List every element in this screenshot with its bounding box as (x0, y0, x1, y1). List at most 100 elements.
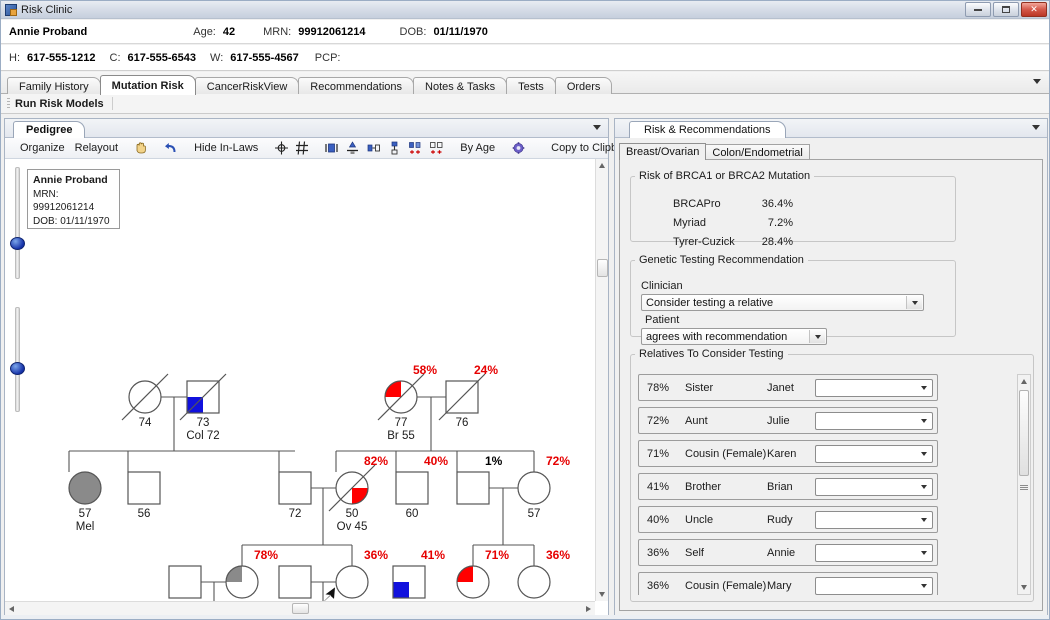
pedigree-node[interactable]: 82% 50Ov 45 (328, 454, 388, 533)
risk-panel-caret-icon[interactable] (1032, 125, 1040, 130)
pedigree-node[interactable]: 72 (278, 471, 312, 520)
relative-action-select[interactable] (815, 412, 933, 430)
space-horizontal-icon[interactable] (365, 140, 382, 156)
expand-horizontal-icon[interactable] (407, 140, 424, 156)
subtab-breast-ovarian[interactable]: Breast/Ovarian (619, 143, 707, 160)
relative-row[interactable]: 41% Brother Brian (638, 473, 938, 500)
maximize-button[interactable] (993, 2, 1019, 17)
align-horizontal-icon[interactable] (323, 140, 340, 156)
relative-row[interactable]: 36% Cousin (Female) Mary (638, 572, 938, 595)
tab-pedigree[interactable]: Pedigree (13, 121, 86, 138)
pedigree-scroll-down-icon[interactable] (599, 592, 605, 597)
relative-action-caret-icon[interactable] (916, 480, 931, 494)
tab-tests[interactable]: Tests (506, 77, 556, 95)
relatives-scroll-thumb[interactable] (1019, 390, 1029, 476)
undo-icon[interactable] (162, 140, 179, 156)
pedigree-node[interactable]: 56 (127, 471, 161, 520)
relayout-button[interactable]: Relayout (70, 142, 123, 154)
relative-percent: 36% (647, 579, 670, 592)
node-age-label: 76 (456, 417, 469, 429)
relative-action-select[interactable] (815, 544, 933, 562)
pedigree-hscroll-thumb[interactable] (292, 603, 309, 614)
organize-button[interactable]: Organize (15, 142, 70, 154)
relative-row[interactable]: 36% Self Annie (638, 539, 938, 566)
settings-gear-icon[interactable] (510, 140, 527, 156)
tab-recommendations[interactable]: Recommendations (298, 77, 415, 95)
relative-action-select[interactable] (815, 511, 933, 529)
relative-action-caret-icon[interactable] (916, 546, 931, 560)
pedigree-node[interactable]: 73Col 72 (179, 373, 227, 442)
relative-row[interactable]: 78% Sister Janet (638, 374, 938, 401)
pedigree-horizontal-scrollbar[interactable] (5, 601, 595, 615)
node-age-label: 57 (528, 508, 541, 520)
pedigree-scroll-left-icon[interactable] (9, 606, 14, 612)
relatives-list[interactable]: 78% Sister Janet 72% Aunt Julie 71% Cousin (Fem… (638, 374, 1026, 595)
relative-row[interactable]: 40% Uncle Rudy (638, 506, 938, 533)
by-age-button[interactable]: By Age (455, 142, 500, 154)
pedigree-node[interactable]: 1% (456, 454, 503, 505)
subtab-colon-endometrial[interactable]: Colon/Endometrial (705, 144, 810, 160)
pedigree-node[interactable]: 71%30Br 30 (456, 548, 509, 601)
pedigree-panel-caret-icon[interactable] (593, 125, 601, 130)
pedigree-node[interactable]: 74 (121, 373, 169, 429)
pedigree-graph[interactable]: 74 73Col 72 58%77Br 5524%76 57Mel 56 72 82%50O… (5, 159, 595, 601)
relative-action-caret-icon[interactable] (916, 414, 931, 428)
patient-select-caret-icon[interactable] (809, 330, 825, 343)
relative-name: Annie (767, 546, 796, 559)
relative-name: Brian (767, 480, 793, 493)
node-risk-percent: 82% (364, 454, 388, 468)
space-vertical-icon[interactable] (386, 140, 403, 156)
relative-action-caret-icon[interactable] (916, 381, 931, 395)
expand-vertical-icon[interactable] (428, 140, 445, 156)
hide-in-laws-button[interactable]: Hide In-Laws (189, 142, 263, 154)
relative-action-select[interactable] (815, 379, 933, 397)
clinician-select-caret-icon[interactable] (906, 296, 922, 309)
tabstrip-overflow-caret-icon[interactable] (1033, 79, 1041, 84)
relative-action-caret-icon[interactable] (916, 579, 931, 593)
pedigree-canvas[interactable]: Annie Proband MRN: 99912061214 DOB: 01/1… (5, 159, 595, 601)
pedigree-node[interactable]: 40% 60 (395, 454, 448, 520)
grid-icon[interactable] (294, 140, 311, 156)
pedigree-vertical-scrollbar[interactable] (595, 159, 608, 601)
pedigree-vscroll-thumb[interactable] (597, 259, 608, 277)
relative-row[interactable]: 71% Cousin (Female) Karen (638, 440, 938, 467)
pedigree-node[interactable]: 72% 57 (517, 454, 570, 520)
pedigree-node[interactable]: 58% 77Br 55 (377, 363, 437, 442)
pedigree-node[interactable]: 35 (278, 565, 312, 601)
relative-row[interactable]: 72% Aunt Julie (638, 407, 938, 434)
pedigree-node[interactable]: 30 (168, 565, 202, 601)
patient-select[interactable]: agrees with recommendation (641, 328, 827, 345)
pedigree-node[interactable]: 57Mel (68, 471, 102, 533)
align-vertical-icon[interactable] (344, 140, 361, 156)
node-risk-percent: 36% (364, 548, 388, 562)
run-risk-models-button[interactable]: Run Risk Models (15, 98, 104, 110)
relatives-scrollbar[interactable] (1017, 374, 1031, 595)
center-icon[interactable] (273, 140, 290, 156)
pedigree-node[interactable]: 36%31 (517, 548, 570, 601)
hand-icon[interactable] (133, 140, 150, 156)
pedigree-scroll-up-icon[interactable] (599, 163, 605, 168)
relatives-legend: Relatives To Consider Testing (639, 348, 784, 360)
pedigree-node[interactable]: 41%32Rec 32 (391, 548, 446, 601)
pedigree-scroll-right-icon[interactable] (586, 606, 591, 612)
relatives-scroll-down-icon[interactable] (1021, 585, 1027, 590)
tab-notes-tasks[interactable]: Notes & Tasks (413, 77, 508, 95)
minimize-button[interactable] (965, 2, 991, 17)
pedigree-node[interactable]: 78%31DCIS 35 (220, 548, 278, 601)
main-tabstrip: Family History Mutation Risk CancerRiskVie… (1, 72, 1049, 95)
clinician-select[interactable]: Consider testing a relative (641, 294, 924, 311)
relative-action-select[interactable] (815, 445, 933, 463)
tab-cancerriskview[interactable]: CancerRiskView (194, 77, 300, 95)
pedigree-node[interactable]: 36%42 (317, 548, 388, 601)
tab-risk-recommendations[interactable]: Risk & Recommendations (629, 121, 786, 138)
relative-action-select[interactable] (815, 577, 933, 595)
close-button[interactable]: ✕ (1021, 2, 1047, 17)
tab-orders[interactable]: Orders (554, 77, 613, 95)
relatives-scroll-up-icon[interactable] (1021, 379, 1027, 384)
relative-action-caret-icon[interactable] (916, 447, 931, 461)
tab-family-history[interactable]: Family History (7, 77, 101, 95)
pedigree-node[interactable]: 24% 76 (438, 363, 498, 429)
relative-action-caret-icon[interactable] (916, 513, 931, 527)
tab-mutation-risk[interactable]: Mutation Risk (99, 75, 196, 95)
relative-action-select[interactable] (815, 478, 933, 496)
